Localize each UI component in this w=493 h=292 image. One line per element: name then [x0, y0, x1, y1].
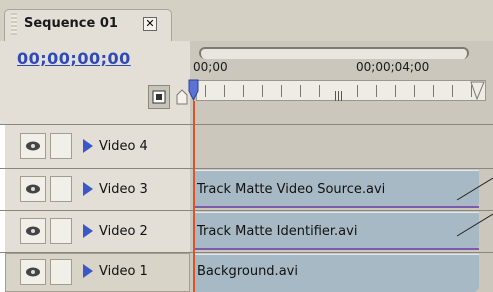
track-name: Video 3 — [99, 182, 148, 197]
zoom-scroll-bar[interactable] — [199, 47, 469, 59]
tab-title: Sequence 01 — [24, 16, 118, 31]
current-timecode[interactable]: 00;00;00;00 — [17, 49, 131, 68]
work-area-handle[interactable] — [335, 91, 343, 101]
track-visibility-toggle[interactable] — [20, 218, 46, 244]
clip-name: Track Matte Identifier.avi — [197, 224, 358, 239]
eye-icon — [26, 141, 40, 151]
snap-button[interactable] — [148, 85, 170, 109]
clip-opacity-line — [194, 206, 479, 208]
ruler-label-4s: 00;00;04;00 — [356, 60, 430, 74]
track-visibility-toggle[interactable] — [20, 133, 46, 159]
expand-triangle-icon[interactable] — [83, 139, 93, 153]
track-visibility-toggle[interactable] — [20, 259, 46, 285]
annotation-lines — [456, 177, 493, 237]
eye-icon — [26, 184, 40, 194]
expand-triangle-icon[interactable] — [83, 182, 93, 196]
current-time-indicator-line[interactable] — [193, 101, 195, 292]
track-lock-toggle[interactable] — [50, 218, 72, 244]
expand-triangle-icon[interactable] — [83, 264, 93, 278]
work-area-end-cap[interactable] — [469, 80, 486, 101]
clip-name: Background.avi — [197, 264, 298, 279]
track-lock-toggle[interactable] — [50, 259, 72, 285]
clip-name: Track Matte Video Source.avi — [197, 182, 386, 197]
tab-grip[interactable] — [11, 13, 17, 35]
track-content-video-4[interactable] — [190, 125, 493, 168]
track-visibility-toggle[interactable] — [20, 176, 46, 202]
ruler-label-start: 00;00 — [193, 60, 228, 74]
eye-icon — [26, 226, 40, 236]
clip-opacity-line — [194, 248, 479, 250]
expand-triangle-icon[interactable] — [83, 224, 93, 238]
track-lock-toggle[interactable] — [50, 133, 72, 159]
track-name: Video 4 — [99, 139, 148, 154]
current-time-indicator-head[interactable] — [188, 79, 199, 101]
eye-icon — [26, 267, 40, 277]
track-name: Video 2 — [99, 224, 148, 239]
close-icon[interactable]: ✕ — [143, 17, 157, 31]
marker-icon[interactable] — [176, 89, 188, 105]
track-name: Video 1 — [99, 264, 148, 279]
track-lock-toggle[interactable] — [50, 176, 72, 202]
snap-icon — [152, 90, 166, 104]
